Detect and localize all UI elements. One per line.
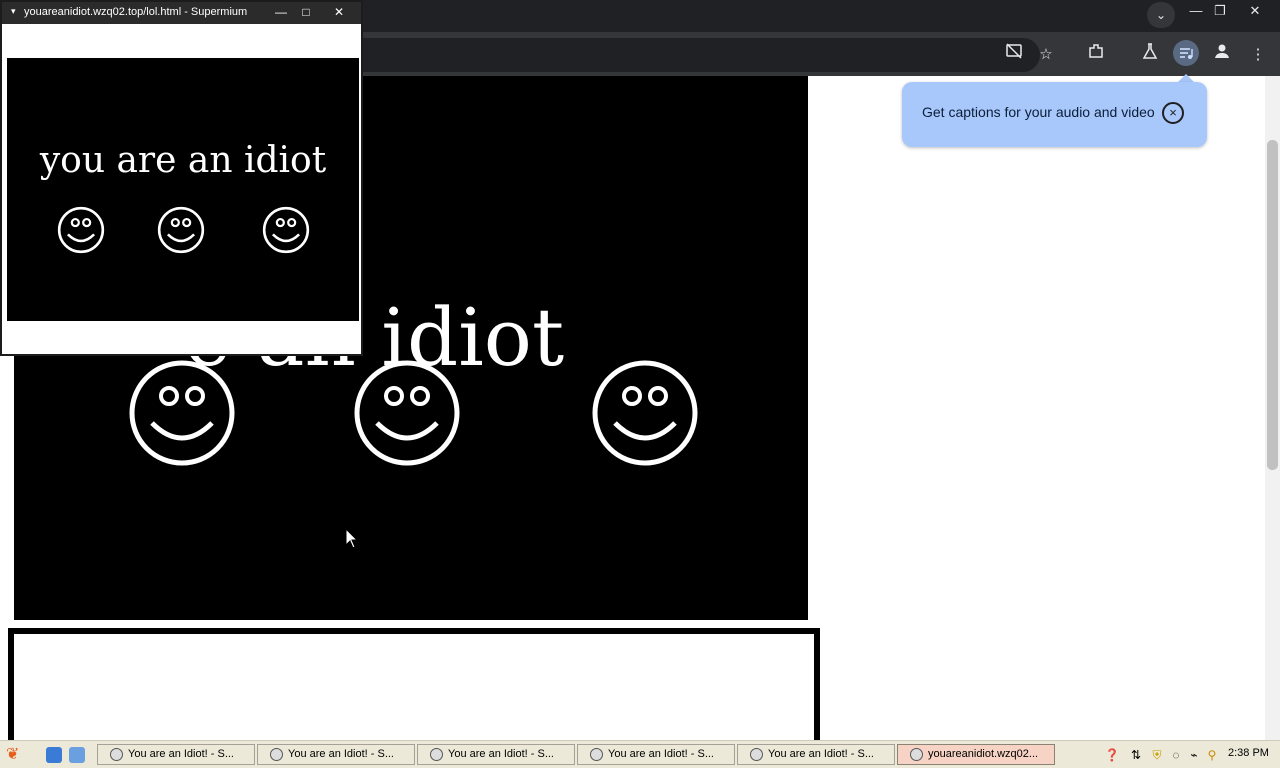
tab-search-button[interactable]: ⌄ bbox=[1147, 2, 1175, 28]
start-button[interactable]: ❦ bbox=[6, 745, 26, 765]
popup-window[interactable]: ▾ youareanidiot.wzq02.top/lol.html - Sup… bbox=[0, 0, 363, 356]
browser-icon bbox=[910, 748, 923, 761]
popup-video[interactable]: you are an idiot bbox=[7, 58, 359, 321]
network-icon[interactable]: ⇅ bbox=[1128, 747, 1144, 763]
menu-icon[interactable]: ⋮ bbox=[1245, 42, 1271, 68]
restore-button[interactable]: ❐ bbox=[1205, 0, 1235, 22]
taskbar-item[interactable]: You are an Idiot! - S... bbox=[737, 744, 895, 765]
close-icon[interactable]: × bbox=[1162, 102, 1184, 124]
smiley-icon bbox=[129, 360, 235, 466]
taskbar-item-active[interactable]: youareanidiot.wzq02... bbox=[897, 744, 1055, 765]
smiley-icon bbox=[592, 360, 698, 466]
taskbar: ❦ You are an Idiot! - S... You are an Id… bbox=[0, 740, 1280, 768]
search-icon[interactable]: ⚲ bbox=[1204, 747, 1220, 763]
favicon-icon: ▾ bbox=[11, 6, 16, 16]
media-controls-icon[interactable] bbox=[1173, 40, 1199, 66]
browser-icon bbox=[270, 748, 283, 761]
popup-titlebar[interactable]: ▾ youareanidiot.wzq02.top/lol.html - Sup… bbox=[2, 2, 361, 24]
taskbar-item[interactable]: You are an Idiot! - S... bbox=[97, 744, 255, 765]
mouse-cursor-icon bbox=[345, 528, 359, 549]
popup-maximize-button[interactable]: □ bbox=[295, 2, 317, 22]
smiley-icon bbox=[354, 360, 460, 466]
cast-off-icon[interactable] bbox=[1001, 42, 1027, 68]
popup-minimize-button[interactable]: — bbox=[270, 2, 292, 22]
popup-close-button[interactable]: ✕ bbox=[328, 2, 350, 22]
captions-bubble: Get captions for your audio and video × bbox=[902, 82, 1207, 147]
labs-icon[interactable] bbox=[1137, 42, 1163, 68]
captions-bubble-text: Get captions for your audio and video bbox=[922, 104, 1155, 120]
close-button[interactable]: ✕ bbox=[1240, 0, 1270, 22]
profile-icon[interactable] bbox=[1209, 42, 1235, 68]
help-icon[interactable]: ❓ bbox=[1104, 747, 1120, 763]
taskbar-item[interactable]: You are an Idiot! - S... bbox=[577, 744, 735, 765]
scrollbar-thumb[interactable] bbox=[1267, 140, 1278, 470]
smiley-icon bbox=[57, 206, 105, 254]
explorer-quicklaunch-icon[interactable] bbox=[69, 747, 85, 763]
chevron-down-icon: ⌄ bbox=[1155, 8, 1167, 22]
browser-icon bbox=[430, 748, 443, 761]
clock[interactable]: 2:38 PM bbox=[1228, 747, 1269, 759]
browser-icon bbox=[750, 748, 763, 761]
address-bar[interactable] bbox=[340, 38, 1040, 72]
taskbar-item[interactable]: You are an Idiot! - S... bbox=[257, 744, 415, 765]
ie-quicklaunch-icon[interactable] bbox=[46, 747, 62, 763]
shield-icon[interactable]: ⛨ bbox=[1149, 747, 1165, 763]
popup-title: youareanidiot.wzq02.top/lol.html - Super… bbox=[24, 6, 248, 18]
browser-icon bbox=[590, 748, 603, 761]
smiley-icon bbox=[262, 206, 310, 254]
usb-icon[interactable]: ⌁ bbox=[1186, 747, 1202, 763]
browser-icon bbox=[110, 748, 123, 761]
popup-headline: you are an idiot bbox=[39, 140, 327, 181]
tray-app-icon[interactable]: ◌ bbox=[1168, 747, 1184, 763]
extensions-icon[interactable] bbox=[1083, 42, 1109, 68]
smiley-icon bbox=[157, 206, 205, 254]
star-icon[interactable]: ☆ bbox=[1033, 42, 1059, 68]
taskbar-item[interactable]: You are an Idiot! - S... bbox=[417, 744, 575, 765]
